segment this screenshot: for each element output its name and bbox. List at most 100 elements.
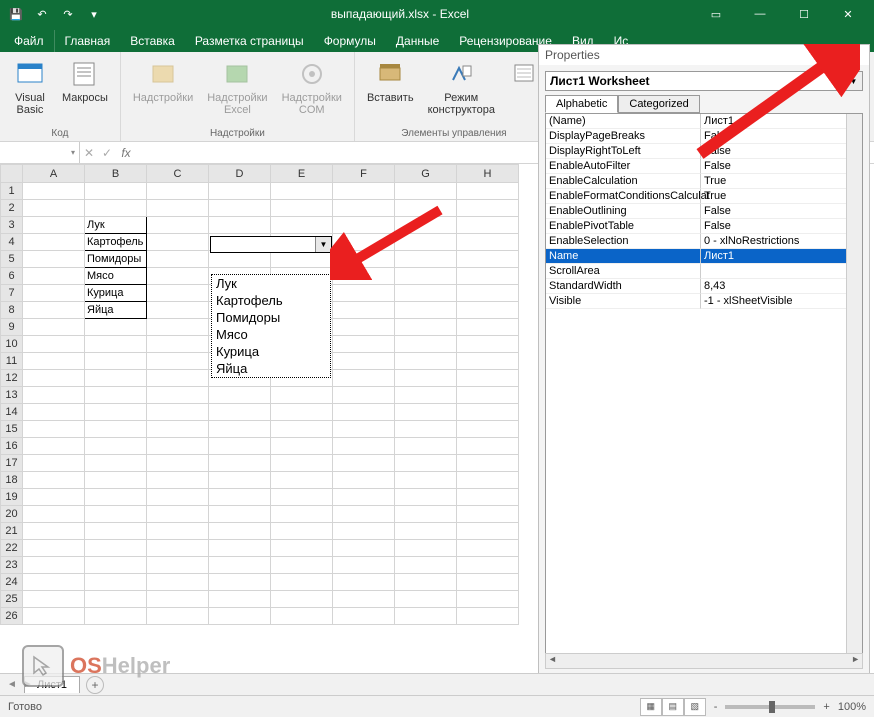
cell[interactable]: [457, 251, 519, 268]
row-header[interactable]: 19: [1, 489, 23, 506]
row-header[interactable]: 26: [1, 608, 23, 625]
cell[interactable]: [395, 251, 457, 268]
cell[interactable]: [333, 234, 395, 251]
cell[interactable]: [85, 183, 147, 200]
cell[interactable]: [457, 489, 519, 506]
col-header[interactable]: D: [209, 165, 271, 183]
property-value[interactable]: 0 - xlNoRestrictions: [701, 234, 862, 249]
cell[interactable]: [395, 489, 457, 506]
cell[interactable]: [395, 285, 457, 302]
row-header[interactable]: 11: [1, 353, 23, 370]
cell[interactable]: [147, 302, 209, 319]
cell[interactable]: [147, 336, 209, 353]
cell[interactable]: [147, 540, 209, 557]
cell[interactable]: [23, 523, 85, 540]
property-value[interactable]: -1 - xlSheetVisible: [701, 294, 862, 309]
combobox-option[interactable]: Мясо: [212, 326, 330, 343]
cell[interactable]: [271, 540, 333, 557]
tab-pagelayout[interactable]: Разметка страницы: [185, 30, 314, 52]
property-value[interactable]: False: [701, 159, 862, 174]
cell[interactable]: [457, 608, 519, 625]
row-header[interactable]: 2: [1, 200, 23, 217]
cell[interactable]: [147, 489, 209, 506]
property-value[interactable]: 8,43: [701, 279, 862, 294]
cell[interactable]: [333, 183, 395, 200]
cell[interactable]: [457, 268, 519, 285]
cell[interactable]: [457, 302, 519, 319]
cell[interactable]: [23, 540, 85, 557]
cell[interactable]: [209, 251, 271, 268]
cell[interactable]: [333, 455, 395, 472]
ribbon-options-icon[interactable]: ▭: [694, 0, 738, 28]
cell[interactable]: [209, 540, 271, 557]
cell[interactable]: [209, 574, 271, 591]
cell[interactable]: [209, 591, 271, 608]
cell[interactable]: [23, 608, 85, 625]
cell[interactable]: [85, 404, 147, 421]
cell[interactable]: [147, 200, 209, 217]
cell[interactable]: [85, 489, 147, 506]
cell[interactable]: [271, 574, 333, 591]
cell[interactable]: Курица: [85, 285, 147, 302]
property-row[interactable]: Name Лист1: [546, 249, 862, 264]
combobox-control[interactable]: ▼ ЛукКартофельПомидорыМясоКурицаЯйца: [210, 236, 332, 253]
property-row[interactable]: ScrollArea: [546, 264, 862, 279]
row-header[interactable]: 13: [1, 387, 23, 404]
cell[interactable]: [395, 557, 457, 574]
cell[interactable]: [85, 506, 147, 523]
row-header[interactable]: 8: [1, 302, 23, 319]
col-header[interactable]: A: [23, 165, 85, 183]
cell[interactable]: [457, 404, 519, 421]
row-header[interactable]: 3: [1, 217, 23, 234]
cell[interactable]: [333, 591, 395, 608]
cell[interactable]: [271, 404, 333, 421]
tab-file[interactable]: Файл: [4, 30, 55, 52]
cell[interactable]: [23, 591, 85, 608]
cell[interactable]: [457, 438, 519, 455]
cell[interactable]: [85, 557, 147, 574]
cell[interactable]: [395, 302, 457, 319]
cell[interactable]: [395, 217, 457, 234]
col-header[interactable]: E: [271, 165, 333, 183]
cell[interactable]: [23, 285, 85, 302]
cell[interactable]: [333, 540, 395, 557]
row-header[interactable]: 5: [1, 251, 23, 268]
cell[interactable]: [333, 200, 395, 217]
cell[interactable]: [395, 472, 457, 489]
cell[interactable]: [271, 387, 333, 404]
cell[interactable]: [23, 251, 85, 268]
tab-data[interactable]: Данные: [386, 30, 449, 52]
cell[interactable]: [395, 523, 457, 540]
property-row[interactable]: DisplayRightToLeft False: [546, 144, 862, 159]
cell[interactable]: [147, 404, 209, 421]
property-value[interactable]: False: [701, 219, 862, 234]
insert-control-button[interactable]: Вставить: [363, 56, 418, 106]
row-header[interactable]: 15: [1, 421, 23, 438]
cell[interactable]: [23, 557, 85, 574]
cell[interactable]: [457, 506, 519, 523]
property-row[interactable]: (Name) Лист1: [546, 114, 862, 129]
cell[interactable]: Яйца: [85, 302, 147, 319]
cell[interactable]: [147, 217, 209, 234]
cell[interactable]: [395, 438, 457, 455]
undo-icon[interactable]: ↶: [30, 2, 54, 26]
row-header[interactable]: 17: [1, 455, 23, 472]
cell[interactable]: [209, 506, 271, 523]
cell[interactable]: [85, 574, 147, 591]
property-value[interactable]: False: [701, 144, 862, 159]
cell[interactable]: [23, 574, 85, 591]
combobox-dropdown-icon[interactable]: ▼: [315, 237, 331, 252]
redo-icon[interactable]: ↷: [56, 2, 80, 26]
cell[interactable]: [333, 557, 395, 574]
cell[interactable]: [209, 523, 271, 540]
combobox-option[interactable]: Яйца: [212, 360, 330, 377]
cell[interactable]: [147, 183, 209, 200]
tab-home[interactable]: Главная: [55, 30, 121, 52]
cell[interactable]: [395, 183, 457, 200]
row-header[interactable]: 22: [1, 540, 23, 557]
cell[interactable]: [147, 472, 209, 489]
row-header[interactable]: 7: [1, 285, 23, 302]
row-header[interactable]: 20: [1, 506, 23, 523]
cell[interactable]: [457, 200, 519, 217]
maximize-icon[interactable]: ☐: [782, 0, 826, 28]
